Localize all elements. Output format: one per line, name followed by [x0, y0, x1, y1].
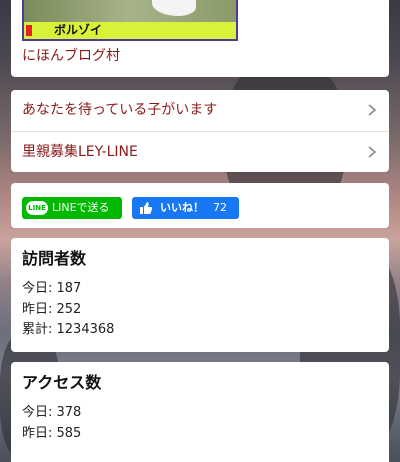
blog-ranking-banner[interactable]: ボルゾイ	[22, 0, 238, 41]
like-count: 72	[213, 201, 227, 214]
link-list-card: あなたを待っている子がいます 里親募集LEY-LINE	[11, 90, 389, 172]
facebook-like-button[interactable]: いいね！ 72	[132, 197, 239, 219]
thumbs-up-icon	[140, 202, 153, 214]
share-card: LINE LINEで送る いいね！ 72	[11, 183, 389, 228]
access-count-card: アクセス数 今日: 378 昨日: 585	[11, 362, 389, 462]
line-share-label: LINEで送る	[52, 201, 110, 214]
dog-image	[152, 0, 196, 16]
visitor-count-card: 訪問者数 今日: 187 昨日: 252 累計: 1234368	[11, 238, 389, 352]
banner-label: ボルゾイ	[54, 23, 103, 37]
line-logo-icon: LINE	[26, 201, 48, 215]
visitors-total: 累計: 1234368	[22, 322, 115, 337]
visitors-today: 今日: 187	[22, 281, 82, 296]
access-today: 今日: 378	[22, 405, 82, 420]
line-share-button[interactable]: LINE LINEで送る	[22, 197, 122, 219]
link-waiting-dogs[interactable]: あなたを待っている子がいます	[11, 90, 389, 131]
link-label: あなたを待っている子がいます	[22, 102, 218, 118]
like-label: いいね！	[160, 201, 204, 214]
chevron-right-icon	[368, 146, 377, 158]
blog-village-link[interactable]: にほんブログ村	[22, 46, 120, 66]
visitor-count-title: 訪問者数	[22, 249, 87, 268]
chevron-right-icon	[368, 104, 377, 116]
blog-ranking-card: ボルゾイ にほんブログ村	[11, 0, 389, 77]
banner-mark	[26, 25, 32, 36]
access-yesterday: 昨日: 585	[22, 426, 82, 441]
link-label: 里親募集LEY-LINE	[22, 144, 138, 160]
link-ley-line[interactable]: 里親募集LEY-LINE	[11, 131, 389, 172]
access-count-title: アクセス数	[22, 373, 102, 392]
visitors-yesterday: 昨日: 252	[22, 302, 82, 317]
